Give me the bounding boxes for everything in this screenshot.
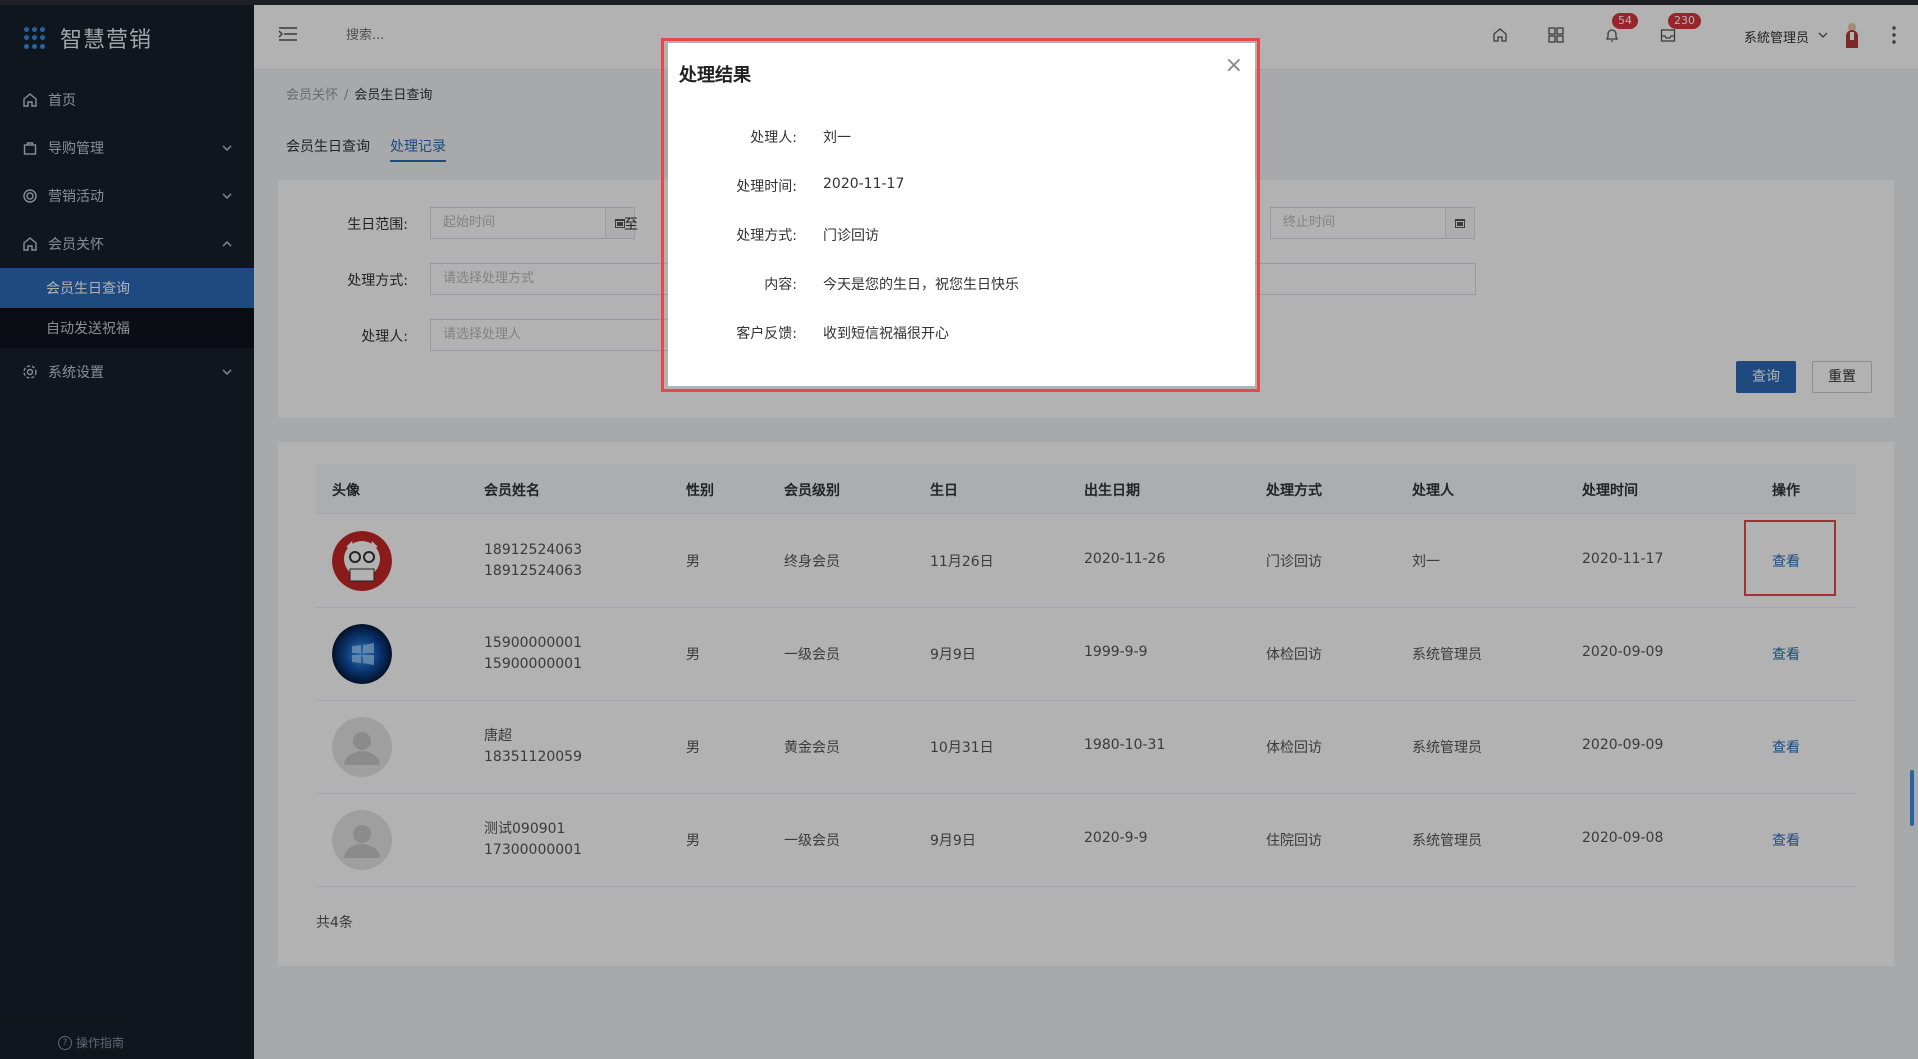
close-icon[interactable]: × (1225, 53, 1243, 78)
dialog-field-method: 处理方式: 门诊回访 (668, 225, 1255, 249)
field-value: 刘一 (823, 130, 851, 146)
field-value: 收到短信祝福很开心 (823, 326, 949, 342)
dialog-field-content: 内容: 今天是您的生日，祝您生日快乐 (668, 274, 1255, 298)
dialog-title: 处理结果 (679, 65, 751, 86)
field-label: 客户反馈: (736, 326, 797, 342)
result-dialog: 处理结果 × 处理人: 刘一 处理时间: 2020-11-17 处理方式: 门诊… (668, 43, 1255, 386)
field-value: 门诊回访 (823, 228, 879, 244)
field-value: 今天是您的生日，祝您生日快乐 (823, 277, 1019, 293)
dialog-field-time: 处理时间: 2020-11-17 (668, 176, 1255, 200)
dialog-field-feedback: 客户反馈: 收到短信祝福很开心 (668, 323, 1255, 347)
field-label: 处理人: (750, 130, 797, 146)
field-label: 内容: (764, 277, 797, 293)
dialog-field-handler: 处理人: 刘一 (668, 127, 1255, 151)
field-value: 2020-11-17 (823, 176, 905, 192)
field-label: 处理方式: (736, 228, 797, 244)
field-label: 处理时间: (736, 179, 797, 195)
